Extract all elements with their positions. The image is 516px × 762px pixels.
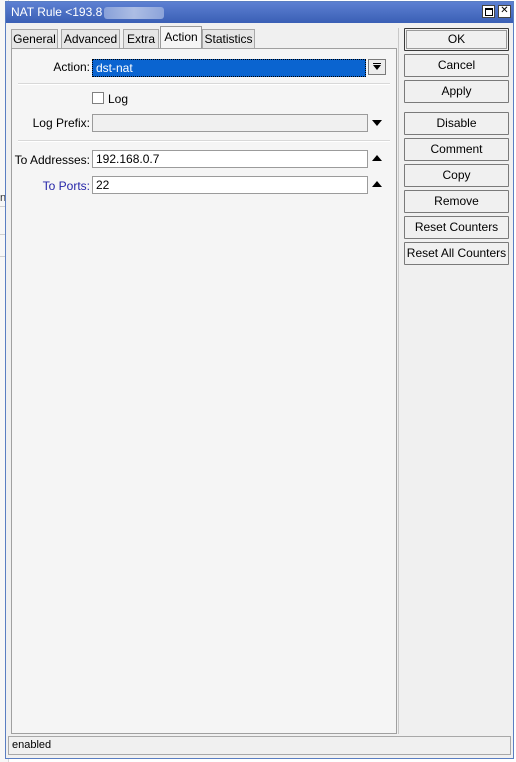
apply-button[interactable]: Apply [404,80,509,103]
log-prefix-label: Log Prefix: [32,116,90,130]
title-bar[interactable]: NAT Rule <193.8 ✕ [6,2,513,23]
tab-action[interactable]: Action [160,26,202,49]
nat-rule-dialog: NAT Rule <193.8 ✕ General Advanced Extra… [5,1,514,759]
tab-advanced[interactable]: Advanced [61,29,120,48]
separator [18,140,390,142]
panel-divider [398,28,399,734]
log-prefix-expand-icon[interactable] [372,120,382,126]
copy-button[interactable]: Copy [404,164,509,187]
close-icon[interactable]: ✕ [498,5,511,18]
to-addresses-label: To Addresses: [14,153,90,167]
log-checkbox[interactable] [92,92,104,104]
tab-statistics[interactable]: Statistics [202,29,255,48]
action-dropdown-button[interactable] [368,59,386,75]
disable-button[interactable]: Disable [404,112,509,135]
to-ports-collapse-icon[interactable] [372,181,382,187]
ok-button[interactable]: OK [404,28,509,51]
to-addresses-input[interactable]: 192.168.0.7 [92,150,368,168]
separator [18,83,390,85]
comment-button[interactable]: Comment [404,138,509,161]
action-tab-panel: Action: dst-nat Log Log Prefix: To Addre… [11,48,397,734]
log-prefix-input[interactable] [92,114,368,132]
to-ports-input[interactable]: 22 [92,176,368,194]
status-text: enabled [12,739,52,751]
window-title: NAT Rule <193.8 [11,5,103,19]
action-select[interactable]: dst-nat [92,59,366,77]
tab-extra[interactable]: Extra [123,29,159,48]
to-addresses-collapse-icon[interactable] [372,155,382,161]
remove-button[interactable]: Remove [404,190,509,213]
reset-all-counters-button[interactable]: Reset All Counters [404,242,509,265]
log-label: Log [108,92,129,106]
reset-counters-button[interactable]: Reset Counters [404,216,509,239]
maximize-icon[interactable] [482,5,495,18]
tab-general[interactable]: General [11,29,58,48]
redacted-address-blur [104,7,164,19]
action-label: Action: [53,60,90,74]
cancel-button[interactable]: Cancel [404,54,509,77]
status-bar: enabled [8,736,511,755]
to-ports-label: To Ports: [42,179,90,193]
